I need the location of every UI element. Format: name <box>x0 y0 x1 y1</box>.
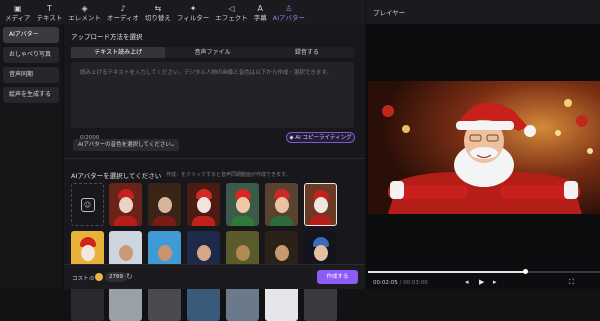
tab-audio-file[interactable]: 音声ファイル <box>165 47 260 58</box>
subtitle-icon: A <box>257 4 264 13</box>
tab-record[interactable]: 録音する <box>259 47 354 58</box>
text-icon: T <box>47 4 52 13</box>
video-preview <box>368 81 600 214</box>
tool-ai-avatar[interactable]: ♙ AIアバター <box>270 0 308 24</box>
element-icon: ◈ <box>81 4 88 13</box>
avatar-select-title: AIアバターを選択してください <box>71 172 162 180</box>
tool-element[interactable]: ◈ エレメント <box>65 0 104 24</box>
avatar-thumb[interactable] <box>265 183 298 226</box>
audio-icon: ♪ <box>120 4 126 13</box>
tool-text[interactable]: T テキスト <box>34 0 66 24</box>
tool-audio[interactable]: ♪ オーディオ <box>104 0 142 24</box>
upload-method-title: アップロード方法を選択 <box>71 33 143 41</box>
ai-avatar-icon: ♙ <box>285 4 293 13</box>
avatar-thumb[interactable] <box>148 183 181 226</box>
santa-image <box>368 81 600 214</box>
playback-scrubber[interactable] <box>368 269 600 274</box>
sidebar-item-ai-avatar[interactable]: AIアバター <box>3 27 59 43</box>
tool-transition[interactable]: ⇆ 切り替え <box>142 0 174 24</box>
chevron-down-icon: ⌄ <box>169 141 175 148</box>
coin-icon <box>95 273 103 281</box>
sidebar-item-generate[interactable]: 絵声を生成する <box>3 87 59 103</box>
avatar-hint: 作成：をクリックすると音声同期動画が作成できます。 <box>166 172 291 178</box>
main-panel: アップロード方法を選択 テキスト読み上げ 音声ファイル 録音する 読み上げるテキ… <box>64 24 365 321</box>
voice-select-label: AIアバターの音色を選択してください <box>78 142 171 148</box>
generate-button[interactable]: 作成する <box>317 270 358 284</box>
divider <box>64 158 365 159</box>
script-placeholder: 読み上げるテキストを入力してください。デジタル人物の画像と音色は以下から作成・選… <box>80 70 332 76</box>
tool-filter[interactable]: ✦ フィルター <box>174 0 212 24</box>
voice-select[interactable]: AIアバターの音色を選択してください ⌄ <box>73 139 179 151</box>
time-display: 00:02:05 / 00:03:00 <box>373 280 428 286</box>
avatar-thumb[interactable] <box>109 183 142 226</box>
bottom-bar: コスト:0 2789 ↻ 作成する <box>64 264 365 289</box>
sidebar: AIアバター おしゃべり写真 音声同期 絵声を生成する <box>0 24 62 289</box>
tool-effect[interactable]: ◁ エフェクト <box>212 0 251 24</box>
scrubber-progress <box>368 271 526 273</box>
ai-copywriting-label: AI コピーライティング <box>295 135 352 141</box>
input-tabs: テキスト読み上げ 音声ファイル 録音する <box>71 47 354 58</box>
avatar-thumb[interactable] <box>226 183 259 226</box>
credit-balance: 2789 <box>105 272 127 282</box>
scrubber-handle[interactable] <box>523 269 529 274</box>
current-time: 00:02:05 <box>373 280 398 286</box>
filter-icon: ✦ <box>189 4 197 13</box>
upload-avatar-button[interactable]: ☺ <box>71 183 104 226</box>
avatar-thumb[interactable] <box>187 183 220 226</box>
tool-subtitle[interactable]: A 字幕 <box>251 0 270 24</box>
sidebar-item-talking-photo[interactable]: おしゃべり写真 <box>3 47 59 63</box>
toolbar: ▣ メディア T テキスト ◈ エレメント ♪ オーディオ ⇆ 切り替え ✦ フィルター ◁… <box>0 0 365 24</box>
cost-label: コスト:0 <box>72 276 94 282</box>
media-icon: ▣ <box>13 4 22 13</box>
player-title: プレイヤー <box>373 9 406 17</box>
script-textarea[interactable]: 読み上げるテキストを入力してください。デジタル人物の画像と音色は以下から作成・選… <box>71 62 355 143</box>
play-icon[interactable]: ▶ <box>479 278 484 286</box>
total-time: 00:03:00 <box>403 280 428 286</box>
player-panel: 00:02:05 / 00:03:00 ◂ ▶ ▸ ⛶ <box>366 24 600 289</box>
next-frame-icon[interactable]: ▸ <box>493 278 497 286</box>
avatar-thumb-selected[interactable] <box>304 183 337 226</box>
previous-frame-icon[interactable]: ◂ <box>465 278 469 286</box>
tab-text-to-speech[interactable]: テキスト読み上げ <box>71 47 166 58</box>
refresh-icon[interactable]: ↻ <box>126 272 133 281</box>
player-header: プレイヤー <box>366 0 600 24</box>
ai-copywriting-button[interactable]: ◆ AI コピーライティング <box>286 132 355 143</box>
transition-icon: ⇆ <box>154 4 162 13</box>
fullscreen-icon[interactable]: ⛶ <box>569 278 574 287</box>
sidebar-item-lip-sync[interactable]: 音声同期 <box>3 67 59 83</box>
effect-icon: ◁ <box>228 4 235 13</box>
tool-media[interactable]: ▣ メディア <box>2 0 34 24</box>
add-person-icon: ☺ <box>80 197 95 212</box>
